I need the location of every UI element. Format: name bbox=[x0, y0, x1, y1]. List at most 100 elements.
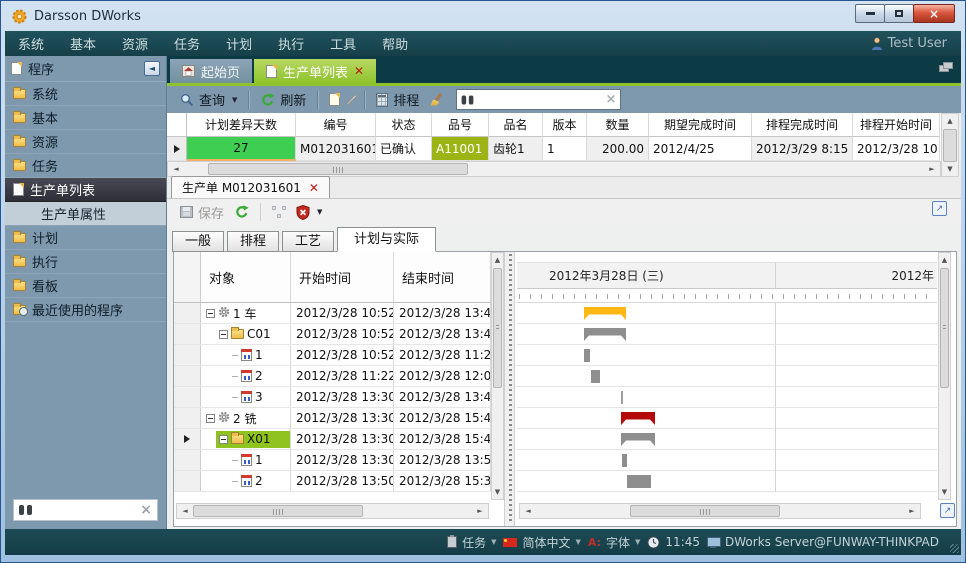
tree-object-cell[interactable]: 2 bbox=[201, 471, 291, 491]
collapse-toggle-icon[interactable] bbox=[219, 435, 228, 444]
edit-button[interactable] bbox=[345, 89, 358, 111]
resize-grip[interactable] bbox=[950, 544, 959, 553]
tree-end-cell[interactable]: 2012/3/28 13:50 bbox=[394, 450, 491, 470]
grid-data-row[interactable]: 27M012031601已确认A11001齿轮11200.002012/4/25… bbox=[167, 137, 941, 161]
grid-header-版本[interactable]: 版本 bbox=[543, 113, 587, 137]
tree-horizontal-scrollbar[interactable]: ◄ ► bbox=[176, 503, 489, 519]
tree-header-object[interactable]: 对象 bbox=[201, 252, 291, 302]
tab-home[interactable]: 起始页 bbox=[170, 59, 252, 83]
sidebar-item-执行[interactable]: 执行 bbox=[5, 250, 166, 274]
tree-node[interactable]: C01 bbox=[216, 326, 274, 343]
scroll-thumb[interactable] bbox=[493, 268, 502, 388]
tree-end-cell[interactable]: 2012/3/28 15:30 bbox=[394, 471, 491, 491]
grid-header-数量[interactable]: 数量 bbox=[587, 113, 649, 137]
grid-header-排程开始时间[interactable]: 排程开始时间 bbox=[853, 113, 940, 137]
tree-end-cell[interactable]: 2012/3/28 12:00 bbox=[394, 366, 491, 386]
grid-cell-版本[interactable]: 1 bbox=[543, 137, 587, 161]
gantt-bar-task[interactable] bbox=[584, 349, 590, 362]
tree-row[interactable]: X012012/3/28 13:302012/3/28 15:40 bbox=[174, 429, 491, 450]
scroll-up-icon[interactable]: ▲ bbox=[939, 253, 950, 267]
scroll-right-icon[interactable]: ► bbox=[924, 162, 940, 176]
tree-row[interactable]: C012012/3/28 10:522012/3/28 13:40 bbox=[174, 324, 491, 345]
tree-start-cell[interactable]: 2012/3/28 13:30 bbox=[291, 429, 394, 449]
sidebar-item-基本[interactable]: 基本 bbox=[5, 106, 166, 130]
tree-object-cell[interactable]: 1 车 bbox=[201, 303, 291, 323]
collapse-toggle-icon[interactable] bbox=[206, 309, 215, 318]
sidebar-item-看板[interactable]: 看板 bbox=[5, 274, 166, 298]
gantt-bar-task[interactable] bbox=[591, 370, 600, 383]
tab-production-order-list[interactable]: 生产单列表 ✕ bbox=[254, 59, 376, 83]
subtab-工艺[interactable]: 工艺 bbox=[282, 231, 334, 252]
gantt-vertical-scrollbar[interactable]: ▲ ▼ bbox=[938, 252, 951, 500]
tree-row[interactable]: 2 铣2012/3/28 13:302012/3/28 15:40 bbox=[174, 408, 491, 429]
query-button[interactable]: 查询 ▼ bbox=[175, 89, 242, 111]
clean-button[interactable] bbox=[424, 89, 448, 111]
menu-item-帮助[interactable]: 帮助 bbox=[369, 34, 421, 53]
menu-item-系统[interactable]: 系统 bbox=[5, 34, 57, 53]
grid-cell-期望完成时间[interactable]: 2012/4/25 bbox=[649, 137, 752, 161]
sidebar-search-clear-icon[interactable]: × bbox=[140, 503, 152, 517]
tree-row[interactable]: 32012/3/28 13:302012/3/28 13:40 bbox=[174, 387, 491, 408]
tree-start-cell[interactable]: 2012/3/28 10:52 bbox=[291, 345, 394, 365]
grid-header-状态[interactable]: 状态 bbox=[376, 113, 432, 137]
toolbar-search-box[interactable]: × bbox=[456, 89, 621, 110]
status-font-menu[interactable]: A: 字体 ▼ bbox=[588, 534, 641, 551]
subtab-一般[interactable]: 一般 bbox=[172, 231, 224, 252]
detail-tab-close-icon[interactable]: ✕ bbox=[309, 181, 319, 195]
tree-end-cell[interactable]: 2012/3/28 13:40 bbox=[394, 324, 491, 344]
sidebar-search[interactable]: × bbox=[13, 499, 158, 521]
tree-object-cell[interactable]: 2 bbox=[201, 366, 291, 386]
tree-end-cell[interactable]: 2012/3/28 13:40 bbox=[394, 303, 491, 323]
tree-node[interactable]: 2 bbox=[229, 473, 266, 490]
tree-object-cell[interactable]: 3 bbox=[201, 387, 291, 407]
scroll-left-icon[interactable]: ◄ bbox=[520, 504, 536, 518]
status-language-menu[interactable]: 简体中文 ▼ bbox=[503, 534, 580, 551]
tree-object-cell[interactable]: X01 bbox=[201, 429, 291, 449]
gantt-bar-task[interactable] bbox=[627, 475, 651, 488]
grid-horizontal-scrollbar[interactable]: ◄ ► bbox=[167, 161, 941, 177]
subtab-排程[interactable]: 排程 bbox=[227, 231, 279, 252]
tree-start-cell[interactable]: 2012/3/28 13:50 bbox=[291, 471, 394, 491]
grid-cell-编号[interactable]: M012031601 bbox=[296, 137, 376, 161]
grid-header-品号[interactable]: 品号 bbox=[432, 113, 489, 137]
sidebar-item-计划[interactable]: 计划 bbox=[5, 226, 166, 250]
grid-cell-品号[interactable]: A11001 bbox=[432, 137, 489, 161]
sidebar-item-系统[interactable]: 系统 bbox=[5, 82, 166, 106]
scroll-thumb[interactable] bbox=[943, 129, 957, 162]
grid-cell-品名[interactable]: 齿轮1 bbox=[489, 137, 543, 161]
grid-cell-计划差异天数[interactable]: 27 bbox=[187, 137, 296, 161]
subtab-计划与实际[interactable]: 计划与实际 bbox=[337, 227, 436, 252]
detail-refresh-button[interactable] bbox=[229, 201, 254, 223]
tab-close-icon[interactable]: ✕ bbox=[354, 65, 364, 77]
tree-row[interactable]: 1 车2012/3/28 10:522012/3/28 13:40 bbox=[174, 303, 491, 324]
tree-node[interactable]: 2 铣 bbox=[203, 410, 259, 427]
minimize-button[interactable] bbox=[855, 4, 885, 23]
sidebar-item-资源[interactable]: 资源 bbox=[5, 130, 166, 154]
tree-node[interactable]: 1 bbox=[229, 347, 266, 364]
gantt-popout-icon[interactable]: ↗ bbox=[940, 503, 955, 518]
grid-cell-状态[interactable]: 已确认 bbox=[376, 137, 432, 161]
save-button[interactable]: 保存 bbox=[175, 201, 229, 223]
tree-node[interactable]: 1 bbox=[229, 452, 266, 469]
gantt-horizontal-scrollbar[interactable]: ◄ ► bbox=[519, 503, 921, 519]
menu-item-任务[interactable]: 任务 bbox=[161, 34, 213, 53]
tree-object-cell[interactable]: 1 bbox=[201, 345, 291, 365]
scroll-down-icon[interactable]: ▼ bbox=[492, 485, 503, 499]
tree-node[interactable]: 1 车 bbox=[203, 305, 259, 322]
grid-header-排程完成时间[interactable]: 排程完成时间 bbox=[752, 113, 853, 137]
tree-start-cell[interactable]: 2012/3/28 13:30 bbox=[291, 450, 394, 470]
detail-document-tab[interactable]: 生产单 M012031601 ✕ bbox=[171, 176, 330, 198]
user-indicator[interactable]: Test User bbox=[871, 36, 947, 51]
menu-item-基本[interactable]: 基本 bbox=[57, 34, 109, 53]
grid-cell-排程开始时间[interactable]: 2012/3/28 10:52 bbox=[853, 137, 940, 161]
scroll-down-icon[interactable]: ▼ bbox=[939, 485, 950, 499]
grid-header-品名[interactable]: 品名 bbox=[489, 113, 543, 137]
tree-vertical-scrollbar[interactable]: ▲ ▼ bbox=[491, 252, 504, 500]
window-list-icon[interactable] bbox=[939, 62, 953, 73]
scroll-left-icon[interactable]: ◄ bbox=[177, 504, 193, 518]
tree-start-cell[interactable]: 2012/3/28 13:30 bbox=[291, 387, 394, 407]
tree-row[interactable]: 1 2012/3/28 13:302012/3/28 13:50 bbox=[174, 450, 491, 471]
sidebar-item-任务[interactable]: 任务 bbox=[5, 154, 166, 178]
popout-icon[interactable]: ↗ bbox=[932, 201, 947, 216]
tree-node[interactable]: 3 bbox=[229, 389, 266, 406]
